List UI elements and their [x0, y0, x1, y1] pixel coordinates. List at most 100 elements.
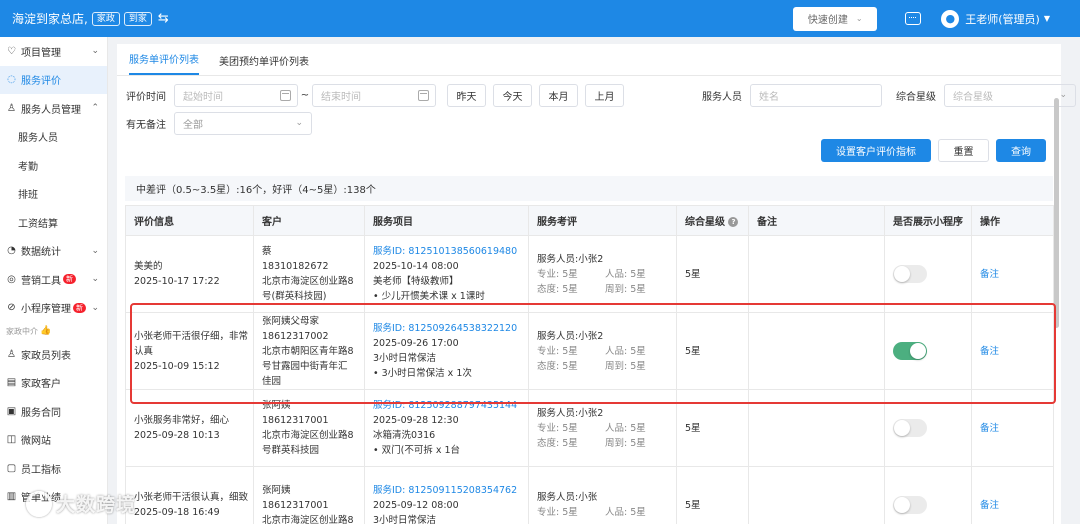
service-id-link[interactable]: 服务ID: 812510138560619480	[373, 244, 528, 259]
show-miniapp-toggle[interactable]	[893, 342, 927, 360]
heart-icon: ♡	[7, 45, 16, 57]
chevron-icon[interactable]: ⌄	[91, 246, 99, 256]
swap-icon[interactable]: ⇆	[158, 11, 169, 26]
pie-icon: ◔	[7, 245, 16, 257]
chevron-icon[interactable]: ⌄	[91, 303, 99, 313]
show-miniapp-toggle[interactable]	[893, 419, 927, 437]
caret-down-icon[interactable]: ▼	[1044, 14, 1050, 23]
avatar[interactable]: ●	[941, 9, 960, 28]
customer-line: 张阿姨	[262, 400, 291, 411]
person-icon: ♙	[7, 102, 16, 114]
sidebar-item[interactable]: ♡ 项目管理 ⌄	[0, 37, 107, 66]
sidebar-item[interactable]: ♙ 家政员列表	[0, 340, 107, 369]
end-date-input[interactable]: 结束时间	[312, 83, 436, 107]
top-bar: 海淀到家总店, 家政 到家 ⇆ 快速创建 ⌄ ● 王老师(管理员) ▼	[0, 0, 1080, 37]
chevron-icon[interactable]: ⌃	[91, 103, 99, 113]
contract-icon: ▣	[6, 405, 17, 417]
remark-select[interactable]: 全部 ⌄	[174, 111, 312, 135]
chevron-icon[interactable]: ⌄	[91, 274, 99, 284]
today-button[interactable]: 今天	[493, 83, 532, 107]
review-text: 小张服务非常好，细心	[134, 415, 230, 426]
review-cell: 小张服务非常好，细心 2025-09-28 10:13	[125, 389, 254, 467]
chevron-down-icon: ⌄	[1059, 89, 1067, 100]
review-cell: 小张老师干活很认真，细致 2025-09-18 16:49	[125, 466, 254, 524]
query-button[interactable]: 查询	[996, 139, 1046, 162]
service-time: 2025-09-12 08:00	[373, 499, 459, 511]
watermark-logo	[26, 490, 52, 517]
message-icon[interactable]	[905, 12, 922, 25]
review-cell: 美美的 2025-10-17 17:22	[125, 235, 254, 313]
review-text: 小张老师干活很仔细，非常认真	[134, 330, 249, 357]
col-review[interactable]: 评价信息	[125, 205, 254, 236]
chat-icon: ◌	[7, 74, 16, 86]
show-miniapp-toggle[interactable]	[893, 265, 927, 283]
service-time: 2025-09-26 17:00	[373, 338, 459, 349]
service-cell: 服务ID: 812509264538322120 2025-09-26 17:00…	[364, 312, 529, 390]
service-id-link[interactable]: 服务ID: 812509115208354762	[373, 483, 528, 498]
score-attitude: 态度: 5星	[537, 360, 578, 372]
col-rating[interactable]: 综合星级 ?	[676, 205, 749, 236]
score-character: 人品: 5星	[605, 422, 646, 434]
user-name[interactable]: 王老师(管理员)	[965, 11, 1040, 27]
tab-meituan-reviews[interactable]: 美团预约单评价列表	[219, 53, 309, 75]
evaluation-cell: 服务人员:小张2 专业: 5星 人品: 5星 态度: 5星 周到: 5星	[528, 312, 677, 390]
show-miniapp-cell	[884, 389, 972, 467]
tag-visit[interactable]: 到家	[123, 11, 152, 26]
sidebar-item[interactable]: ▢ 员工指标	[0, 454, 107, 483]
help-icon[interactable]: ?	[728, 217, 739, 227]
sidebar-item-label: 营销工具	[21, 275, 61, 287]
sidebar-item[interactable]: 服务人员	[0, 123, 107, 152]
tab-bar: 服务单评价列表 美团预约单评价列表	[117, 44, 1061, 76]
new-badge: 新	[73, 302, 86, 313]
sidebar-item[interactable]: ⊘ 小程序管理新 ⌄	[0, 294, 107, 323]
col-service[interactable]: 服务项目	[364, 205, 529, 236]
score-thoughtful: 周到: 5星	[605, 283, 646, 295]
remark-link[interactable]: 备注	[980, 423, 999, 434]
start-date-input[interactable]: 起始时间	[174, 83, 298, 107]
col-actions[interactable]: 操作	[971, 205, 1054, 236]
show-miniapp-toggle[interactable]	[893, 496, 927, 514]
service-id-link[interactable]: 服务ID: 812509264538322120	[373, 321, 528, 336]
score-pair: 专业: 5星 人品: 5星	[537, 267, 676, 282]
remark-link[interactable]: 备注	[980, 500, 999, 511]
sidebar-item[interactable]: 排班	[0, 180, 107, 209]
sidebar-item[interactable]: ◔ 数据统计 ⌄	[0, 237, 107, 266]
col-evaluation[interactable]: 服务考评	[528, 205, 677, 236]
set-review-index-button[interactable]: 设置客户评价指标	[821, 139, 931, 162]
customer-line: 北京市海淀区创业路8	[262, 430, 354, 441]
staff-name-input[interactable]: 姓名	[750, 83, 882, 107]
remark-link[interactable]: 备注	[980, 269, 999, 280]
chevron-icon[interactable]: ⌄	[91, 46, 99, 56]
range-separator: ~	[300, 89, 310, 101]
reset-button[interactable]: 重置	[938, 139, 989, 162]
sidebar-item-label: 考勤	[18, 161, 38, 173]
remark-cell	[748, 389, 885, 467]
col-customer[interactable]: 客户	[253, 205, 365, 236]
last-month-button[interactable]: 上月	[585, 83, 624, 107]
tag-home[interactable]: 家政	[91, 11, 120, 26]
service-cell: 服务ID: 812509115208354762 2025-09-12 08:00…	[364, 466, 529, 524]
sidebar-item[interactable]: ▣ 服务合同	[0, 397, 107, 426]
actions-cell: 备注	[971, 312, 1054, 390]
customer-line: 18612317002	[262, 330, 329, 342]
sidebar-item[interactable]: 工资结算	[0, 208, 107, 237]
service-id-link[interactable]: 服务ID: 812509288797435144	[373, 398, 528, 413]
sidebar-item[interactable]: ◫ 微网站	[0, 426, 107, 455]
remark-link[interactable]: 备注	[980, 346, 999, 357]
quick-create-dropdown[interactable]: 快速创建 ⌄	[793, 6, 878, 31]
customer-icon: ▤	[6, 377, 17, 389]
sidebar-item[interactable]: ▤ 家政客户	[0, 369, 107, 398]
service-detail: • 少儿开惯美术课 x 1课时	[373, 291, 485, 302]
scrollbar[interactable]	[1054, 98, 1059, 328]
col-show-miniapp[interactable]: 是否展示小程序	[884, 205, 972, 236]
sidebar-item[interactable]: 考勤	[0, 151, 107, 180]
yesterday-button[interactable]: 昨天	[447, 83, 486, 107]
tab-service-reviews[interactable]: 服务单评价列表	[129, 51, 199, 75]
col-remark[interactable]: 备注	[748, 205, 885, 236]
sidebar-item[interactable]: ◌ 服务评价	[0, 65, 107, 94]
this-month-button[interactable]: 本月	[539, 83, 578, 107]
rating-cell: 5星	[676, 312, 749, 390]
remark-cell	[748, 235, 885, 313]
sidebar-item[interactable]: ♙ 服务人员管理 ⌃	[0, 94, 107, 123]
sidebar-item[interactable]: ◎ 营销工具新 ⌄	[0, 265, 107, 294]
